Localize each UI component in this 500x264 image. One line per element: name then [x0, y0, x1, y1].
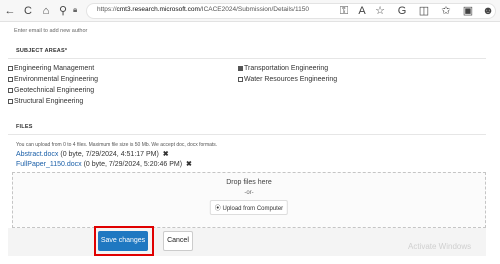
- remove-file-icon[interactable]: ✖: [163, 151, 169, 158]
- home-icon[interactable]: ⌂: [39, 4, 53, 18]
- key-icon[interactable]: ⚿: [337, 4, 351, 18]
- url-text[interactable]: https://cmt3.research.microsoft.com/ICAC…: [97, 6, 309, 13]
- subject-checkbox-environmental-engineering[interactable]: Environmental Engineering: [8, 76, 98, 83]
- browser-toolbar: ← C ⌂ ⚲ 🔒︎ https://cmt3.research.microso…: [0, 0, 500, 22]
- subject-checkbox-transportation-engineering[interactable]: Transportation Engineering: [238, 65, 328, 72]
- checkbox-icon[interactable]: [238, 77, 243, 82]
- read-aloud-icon[interactable]: A: [355, 4, 369, 18]
- file-item: Abstract.docx (0 byte, 7/29/2024, 4:51:1…: [16, 150, 169, 158]
- favorite-icon[interactable]: ☆: [373, 4, 387, 18]
- subject-checkbox-structural-engineering[interactable]: Structural Engineering: [8, 98, 83, 105]
- subject-label: Structural Engineering: [14, 98, 84, 105]
- subject-checkbox-geotechnical-engineering[interactable]: Geotechnical Engineering: [8, 87, 94, 94]
- files-heading: FILES: [8, 120, 486, 135]
- address-bar[interactable]: 🔒︎ https://cmt3.research.microsoft.com/I…: [73, 3, 496, 19]
- author-hint: Enter email to add new author: [14, 28, 88, 34]
- file-meta: (0 byte, 7/29/2024, 4:51:17 PM): [60, 151, 159, 158]
- subject-label: Water Resources Engineering: [244, 76, 338, 83]
- subject-label: Transportation Engineering: [244, 65, 329, 72]
- lock-icon[interactable]: 🔒︎: [73, 5, 77, 15]
- subject-label: Geotechnical Engineering: [14, 87, 95, 94]
- save-changes-button[interactable]: Save changes: [98, 231, 148, 251]
- collections-icon[interactable]: ▣: [461, 4, 475, 18]
- subject-areas-panel: SUBJECT AREAS* Engineering Management Tr…: [8, 44, 486, 116]
- checkbox-checked-icon[interactable]: [238, 66, 243, 71]
- dropzone-or: -or-: [244, 190, 254, 196]
- subject-checkbox-engineering-management[interactable]: Engineering Management: [8, 65, 94, 72]
- subject-label: Engineering Management: [14, 65, 95, 72]
- upload-icon: ⦿: [214, 206, 221, 212]
- files-hint: You can upload from 0 to 4 files. Maximu…: [16, 142, 218, 148]
- search-icon[interactable]: ⚲: [56, 4, 70, 18]
- checkbox-icon[interactable]: [8, 99, 13, 104]
- cancel-button[interactable]: Cancel: [163, 231, 193, 251]
- subject-label: Environmental Engineering: [14, 76, 99, 83]
- activate-windows-watermark: Activate Windows: [408, 242, 472, 251]
- back-icon[interactable]: ←: [3, 4, 17, 18]
- checkbox-icon[interactable]: [8, 77, 13, 82]
- subject-areas-heading: SUBJECT AREAS*: [8, 44, 486, 59]
- refresh-icon[interactable]: C: [21, 4, 35, 18]
- profile-icon[interactable]: ☻: [481, 4, 495, 18]
- file-link-abstract[interactable]: Abstract.docx: [16, 151, 58, 158]
- subject-checkbox-water-resources-engineering[interactable]: Water Resources Engineering: [238, 76, 337, 83]
- file-meta: (0 byte, 7/29/2024, 5:20:46 PM): [83, 161, 183, 168]
- dropzone-title: Drop files here: [226, 179, 272, 186]
- upload-from-computer-button[interactable]: ⦿ Upload from Computer: [209, 200, 289, 215]
- remove-file-icon[interactable]: ✖: [186, 161, 192, 168]
- split-screen-icon[interactable]: ◫: [417, 4, 431, 18]
- extensions-icon[interactable]: G: [395, 4, 409, 18]
- checkbox-icon[interactable]: [8, 88, 13, 93]
- favorites-bar-icon[interactable]: ✩: [439, 4, 453, 18]
- file-link-fullpaper[interactable]: FullPaper_1150.docx: [16, 161, 82, 168]
- file-dropzone[interactable]: Drop files here -or- ⦿ Upload from Compu…: [12, 172, 486, 228]
- file-item: FullPaper_1150.docx (0 byte, 7/29/2024, …: [16, 160, 192, 168]
- upload-button-label: Upload from Computer: [222, 206, 284, 212]
- checkbox-icon[interactable]: [8, 66, 13, 71]
